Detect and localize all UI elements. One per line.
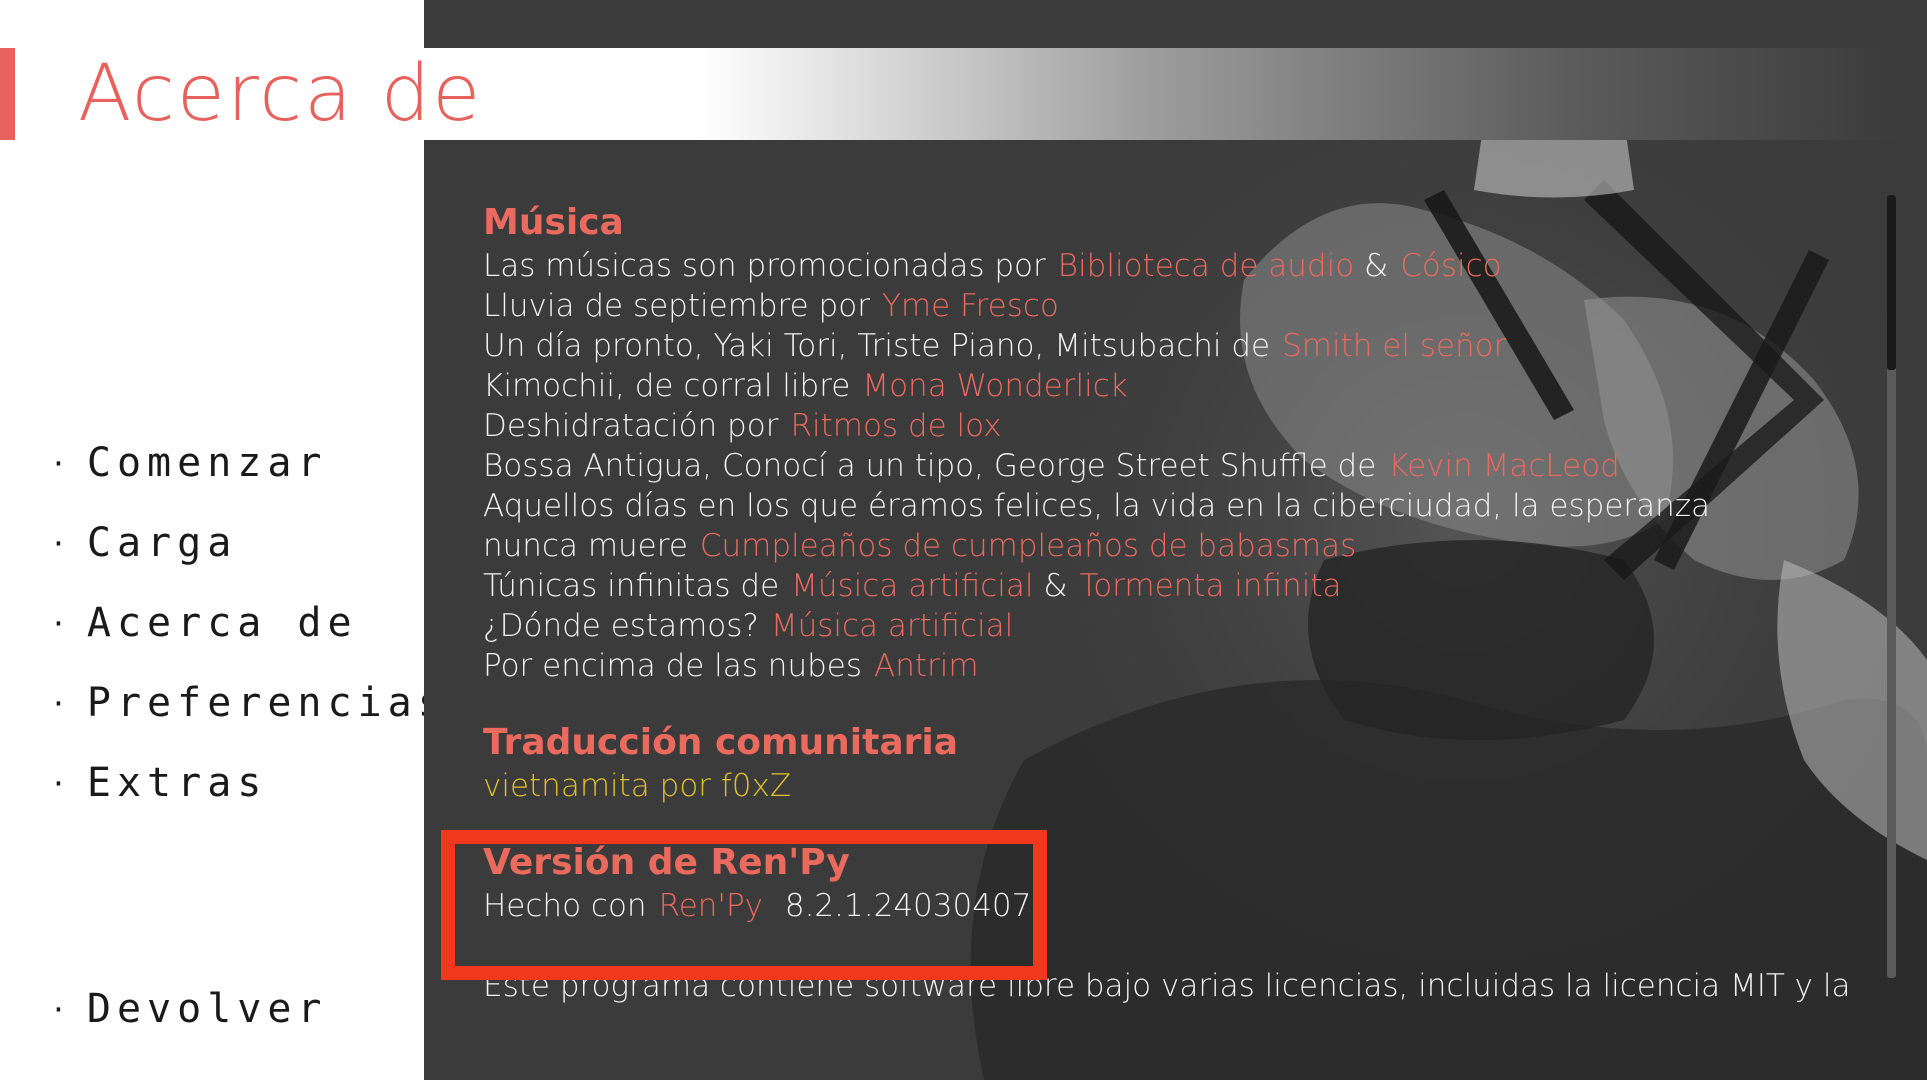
music-credit-line: Las músicas son promocionadas por Bibliot… bbox=[483, 246, 1813, 286]
nav-item-preferencias[interactable]: · Preferencias bbox=[50, 673, 448, 733]
nav-label: Comenzar bbox=[86, 440, 328, 486]
music-section-title: Música bbox=[483, 202, 624, 243]
credit-link[interactable]: Smith el señor bbox=[1282, 328, 1506, 364]
credit-link[interactable]: Yme Fresco bbox=[882, 288, 1059, 324]
credit-link[interactable]: Mona Wonderlick bbox=[862, 368, 1127, 404]
credit-text: Por encima de las nubes bbox=[483, 648, 862, 684]
nav-label: Acerca de bbox=[86, 600, 358, 646]
nav-bullet: · bbox=[50, 526, 67, 560]
credit-link[interactable]: Cumpleaños de cumpleaños de babasmas bbox=[700, 528, 1356, 564]
credit-link[interactable]: Cósico bbox=[1400, 248, 1501, 284]
nav-bullet: · bbox=[50, 606, 67, 640]
music-credit-line: Kimochii, de corral libre Mona Wonderlick bbox=[483, 366, 1813, 406]
credit-link[interactable]: Música artificial bbox=[791, 568, 1033, 604]
nav-label: Extras bbox=[86, 760, 268, 806]
nav-item-carga[interactable]: · Carga bbox=[50, 513, 237, 573]
nav-item-comenzar[interactable]: · Comenzar bbox=[50, 433, 328, 493]
nav-label: Devolver bbox=[86, 986, 328, 1032]
music-credit-line: Bossa Antigua, Conocí a un tipo, George … bbox=[483, 446, 1813, 486]
nav-label: Preferencias bbox=[86, 680, 448, 726]
music-credit-line: Lluvia de septiembre por Yme Fresco bbox=[483, 286, 1813, 326]
credit-separator: & bbox=[1043, 568, 1068, 604]
music-credit-line: Deshidratación por Ritmos de lox bbox=[483, 406, 1813, 446]
credit-link[interactable]: Tormenta infinita bbox=[1080, 568, 1342, 604]
scrollbar-thumb[interactable] bbox=[1887, 195, 1896, 370]
credit-separator: & bbox=[1364, 248, 1389, 284]
nav-bullet: · bbox=[50, 766, 67, 800]
credit-link[interactable]: Ritmos de lox bbox=[790, 408, 1001, 444]
credit-text: Las músicas son promocionadas por bbox=[483, 248, 1046, 284]
credit-text: Lluvia de septiembre por bbox=[483, 288, 870, 324]
music-credit-line: Por encima de las nubes Antrim bbox=[483, 646, 1813, 686]
content-scrollbar[interactable] bbox=[1887, 195, 1896, 978]
credit-link[interactable]: Música artificial bbox=[771, 608, 1013, 644]
credit-text: Bossa Antigua, Conocí a un tipo, George … bbox=[483, 448, 1377, 484]
sidebar: · Comenzar · Carga · Acerca de · Prefere… bbox=[0, 0, 442, 1080]
credit-text: ¿Dónde estamos? bbox=[483, 608, 759, 644]
highlight-annotation-box bbox=[441, 830, 1047, 980]
music-credit-line: ¿Dónde estamos? Música artificial bbox=[483, 606, 1813, 646]
nav-label: Carga bbox=[86, 520, 238, 566]
credit-text: Un día pronto, Yaki Tori, Triste Piano, … bbox=[483, 328, 1271, 364]
credit-link[interactable]: Antrim bbox=[874, 648, 979, 684]
music-credit-line: Túnicas infinitas de Música artificial & T… bbox=[483, 566, 1813, 606]
nav-bullet: · bbox=[50, 992, 67, 1026]
nav-bullet: · bbox=[50, 446, 67, 480]
music-credit-line: Un día pronto, Yaki Tori, Triste Piano, … bbox=[483, 326, 1813, 366]
translation-section-title: Traducción comunitaria bbox=[483, 722, 959, 763]
credit-text: Deshidratación por bbox=[483, 408, 779, 444]
credit-link[interactable]: Kevin MacLeod bbox=[1388, 448, 1620, 484]
music-credit-line: Aquellos días en los que éramos felices,… bbox=[483, 486, 1813, 566]
nav-bullet: · bbox=[50, 686, 67, 720]
page-title: Acerca de bbox=[78, 49, 483, 139]
translation-credit: vietnamita por f0xZ bbox=[483, 768, 792, 804]
credit-text: Kimochii, de corral libre bbox=[483, 368, 851, 404]
return-button[interactable]: · Devolver bbox=[50, 979, 328, 1039]
title-accent-bar bbox=[0, 48, 15, 140]
credit-text: Túnicas infinitas de bbox=[483, 568, 780, 604]
credit-link[interactable]: Biblioteca de audio bbox=[1058, 248, 1354, 284]
nav-item-acerca-de[interactable]: · Acerca de bbox=[50, 593, 358, 653]
nav-item-extras[interactable]: · Extras bbox=[50, 753, 267, 813]
